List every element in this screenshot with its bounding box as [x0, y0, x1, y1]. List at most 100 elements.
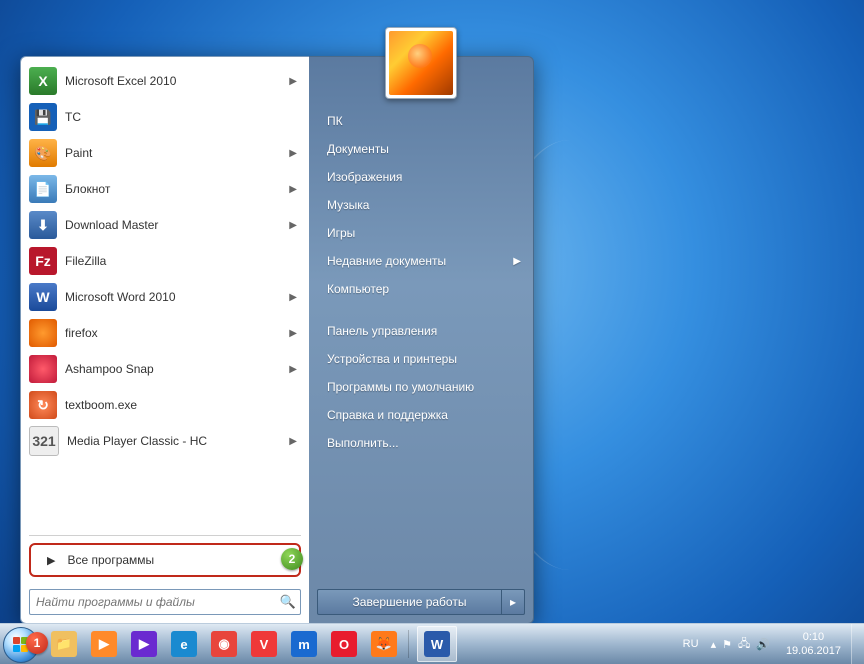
program-item-firefox[interactable]: firefox▶ [21, 315, 309, 351]
chrome-icon: ◉ [211, 631, 237, 657]
taskbar-pinned-apps: 📁 ▶ ▶ e ◉ VmO 🦊 [44, 624, 404, 664]
dm-icon: ⬇ [29, 211, 57, 239]
taskbar: 1 📁 ▶ ▶ e ◉ VmO 🦊 W RU ▴ ⚑ 🖧 🔊 0:10 19.06.2017 [0, 623, 864, 664]
right-pane-item[interactable]: Игры [309, 219, 533, 247]
taskbar-app-maxthon[interactable]: m [284, 626, 324, 662]
program-item-excel[interactable]: XMicrosoft Excel 2010▶ [21, 63, 309, 99]
program-label: firefox [65, 326, 285, 340]
program-label: Media Player Classic - HC [67, 434, 285, 448]
submenu-arrow-icon: ▶ [285, 148, 301, 159]
taskbar-app-wmp[interactable]: ▶ [84, 626, 124, 662]
annotation-badge-2: 2 [281, 548, 303, 570]
taskbar-separator [408, 630, 409, 658]
search-icon: 🔍 [280, 594, 296, 610]
program-label: FileZilla [65, 254, 301, 268]
submenu-arrow-icon: ▶ [513, 256, 521, 267]
network-icon[interactable]: 🖧 [738, 635, 750, 654]
system-tray: RU ▴ ⚑ 🖧 🔊 0:10 19.06.2017 [677, 624, 864, 664]
triangle-right-icon: ▶ [47, 554, 55, 567]
start-menu-right-pane: ПКДокументыИзображенияМузыкаИгрыНедавние… [309, 56, 534, 624]
firefox-icon: 🦊 [371, 631, 397, 657]
program-list: XMicrosoft Excel 2010▶💾TC🎨Paint▶📄Блокнот… [21, 57, 309, 532]
program-item-mpc[interactable]: 321 Media Player Classic - HC▶ [21, 423, 309, 459]
right-pane-item[interactable]: Панель управления [309, 317, 533, 345]
divider [29, 535, 301, 536]
program-item-word[interactable]: W Microsoft Word 2010▶ [21, 279, 309, 315]
submenu-arrow-icon: ▶ [285, 292, 301, 303]
shutdown-options-button[interactable]: ▸ [502, 589, 525, 615]
right-pane-item[interactable]: Изображения [309, 163, 533, 191]
opera-icon: O [331, 631, 357, 657]
tc-icon: 💾 [29, 103, 57, 131]
start-button[interactable]: 1 [0, 624, 40, 664]
taskbar-app-opera[interactable]: O [324, 626, 364, 662]
submenu-arrow-icon: ▶ [285, 220, 301, 231]
program-item-ashampoo[interactable]: Ashampoo Snap▶ [21, 351, 309, 387]
tray-chevron-icon[interactable]: ▴ [711, 638, 717, 651]
language-indicator[interactable]: RU [677, 638, 705, 650]
taskbar-app-ie[interactable]: e [164, 626, 204, 662]
video-icon: ▶ [131, 631, 157, 657]
program-item-textboom[interactable]: ↻ textboom.exe [21, 387, 309, 423]
right-pane-item[interactable]: Программы по умолчанию [309, 373, 533, 401]
program-label: Paint [65, 146, 285, 160]
show-desktop-button[interactable] [851, 624, 864, 664]
action-center-icon[interactable]: ⚑ [722, 638, 732, 651]
submenu-arrow-icon: ▶ [285, 328, 301, 339]
taskbar-app-explorer[interactable]: 📁 [44, 626, 84, 662]
right-pane-item[interactable]: Компьютер [309, 275, 533, 303]
all-programs-label: Все программы [67, 553, 154, 567]
taskbar-app-word[interactable]: W [417, 626, 457, 662]
right-pane-item[interactable]: Документы [309, 135, 533, 163]
search-input[interactable] [34, 594, 280, 610]
right-pane-item[interactable]: Музыка [309, 191, 533, 219]
program-label: TC [65, 110, 301, 124]
filezilla-icon: Fz [29, 247, 57, 275]
explorer-icon: 📁 [51, 631, 77, 657]
program-item-filezilla[interactable]: Fz FileZilla [21, 243, 309, 279]
start-menu: XMicrosoft Excel 2010▶💾TC🎨Paint▶📄Блокнот… [20, 56, 534, 624]
all-programs-button[interactable]: ▶ Все программы 2 [29, 543, 301, 577]
maxthon-icon: m [291, 631, 317, 657]
ie-icon: e [171, 631, 197, 657]
program-label: Ashampoo Snap [65, 362, 285, 376]
right-pane-item[interactable]: ПК [309, 107, 533, 135]
desktop[interactable]: XMicrosoft Excel 2010▶💾TC🎨Paint▶📄Блокнот… [0, 0, 864, 664]
taskbar-app-vivaldi[interactable]: V [244, 626, 284, 662]
mpc-icon: 321 [29, 426, 59, 456]
right-pane-item[interactable]: Выполнить... [309, 429, 533, 457]
program-label: Блокнот [65, 182, 285, 196]
user-avatar [389, 31, 453, 95]
program-item-paint[interactable]: 🎨 Paint▶ [21, 135, 309, 171]
program-item-tc[interactable]: 💾 TC [21, 99, 309, 135]
clock[interactable]: 0:10 19.06.2017 [776, 630, 851, 658]
submenu-arrow-icon: ▶ [285, 76, 301, 87]
firefox-icon [29, 319, 57, 347]
search-box[interactable]: 🔍 [29, 589, 301, 615]
user-avatar-frame[interactable] [385, 27, 457, 99]
program-label: textboom.exe [65, 398, 301, 412]
notepad-icon: 📄 [29, 175, 57, 203]
right-pane-item[interactable]: Устройства и принтеры [309, 345, 533, 373]
taskbar-app-video[interactable]: ▶ [124, 626, 164, 662]
submenu-arrow-icon: ▶ [285, 364, 301, 375]
textboom-icon: ↻ [29, 391, 57, 419]
program-label: Microsoft Word 2010 [65, 290, 285, 304]
taskbar-app-firefox[interactable]: 🦊 [364, 626, 404, 662]
right-pane-item[interactable]: Справка и поддержка [309, 401, 533, 429]
submenu-arrow-icon: ▶ [285, 184, 301, 195]
paint-icon: 🎨 [29, 139, 57, 167]
wmp-icon: ▶ [91, 631, 117, 657]
right-pane-item[interactable]: Недавние документы▶ [309, 247, 533, 275]
ashampoo-icon [29, 355, 57, 383]
word-icon: W [424, 631, 450, 657]
tray-icons: ▴ ⚑ 🖧 🔊 [705, 635, 776, 654]
taskbar-app-chrome[interactable]: ◉ [204, 626, 244, 662]
program-item-dm[interactable]: ⬇Download Master▶ [21, 207, 309, 243]
program-item-notepad[interactable]: 📄 Блокнот▶ [21, 171, 309, 207]
shutdown-button-group: Завершение работы ▸ [317, 589, 525, 615]
shutdown-button[interactable]: Завершение работы [317, 589, 502, 615]
submenu-arrow-icon: ▶ [285, 436, 301, 447]
word-icon: W [29, 283, 57, 311]
volume-icon[interactable]: 🔊 [756, 638, 770, 651]
